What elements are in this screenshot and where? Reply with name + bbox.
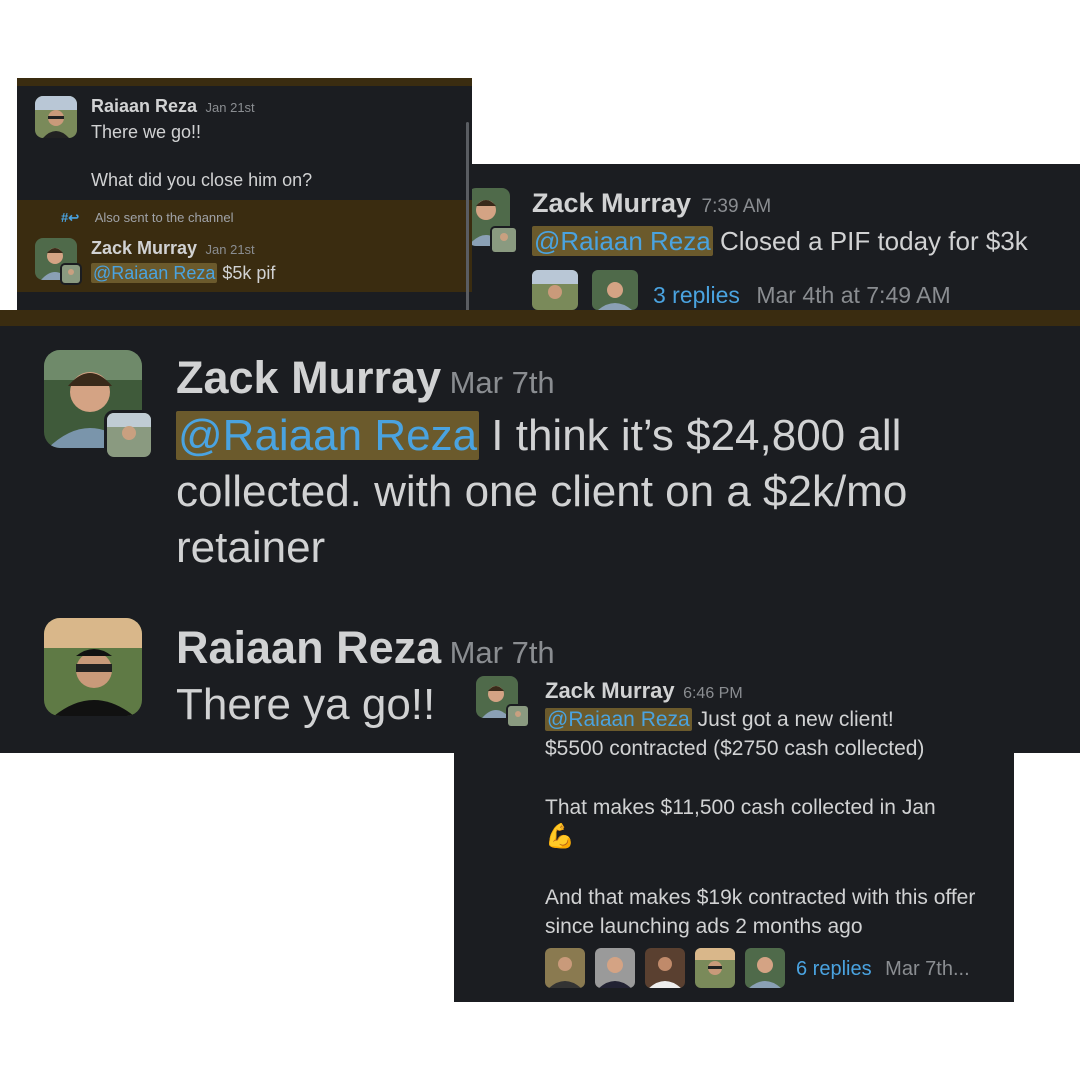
reply-avatar: [532, 270, 578, 310]
reply-avatar: [545, 948, 585, 988]
avatar[interactable]: [44, 618, 142, 716]
author-name[interactable]: Zack Murray: [176, 352, 441, 403]
message-text: $5k pif: [217, 263, 276, 283]
panel-top-bar: [0, 310, 1080, 326]
message-text: Just got a new client!: [691, 708, 894, 731]
reply-avatar: [595, 948, 635, 988]
message-text: What did you close him on?: [91, 170, 313, 190]
reply-avatar: [745, 948, 785, 988]
author-name[interactable]: Raiaan Reza: [91, 96, 197, 116]
timestamp[interactable]: Jan 21st: [206, 242, 255, 257]
timestamp[interactable]: 6:46 PM: [683, 685, 743, 702]
message-text: Closed a PIF today for $3k: [712, 226, 1028, 256]
message-text: And that makes $19k contracted with this…: [545, 886, 976, 938]
channel-message-panel-small: Zack Murray 6:46 PM @Raiaan Reza Just go…: [454, 670, 1014, 1002]
thread-panel: Raiaan Reza Jan 21st There we go!! What …: [17, 78, 472, 310]
reply-avatar: [645, 948, 685, 988]
channel-icon: #↩: [61, 210, 80, 225]
timestamp[interactable]: Mar 7th: [450, 365, 555, 400]
avatar[interactable]: [35, 96, 77, 138]
timestamp[interactable]: 7:39 AM: [702, 196, 772, 217]
avatar-secondary: [60, 263, 82, 285]
scrollbar[interactable]: [466, 122, 469, 310]
reply-avatar: [695, 948, 735, 988]
replies-link[interactable]: 6 replies: [796, 958, 872, 980]
avatar-secondary: [490, 226, 518, 254]
user-mention[interactable]: @Raiaan Reza: [91, 263, 218, 283]
flexed-biceps-emoji: 💪: [545, 823, 575, 850]
also-sent-label: Also sent to the channel: [94, 210, 234, 225]
avatar-secondary: [104, 410, 154, 460]
timestamp[interactable]: Jan 21st: [206, 100, 255, 115]
avatar-secondary: [506, 704, 530, 728]
message-text: There we go!!: [91, 122, 202, 142]
replies-link[interactable]: 3 replies: [653, 282, 740, 308]
panel-top-bar: [17, 78, 472, 86]
user-mention[interactable]: @Raiaan Reza: [176, 411, 480, 460]
author-name[interactable]: Zack Murray: [91, 238, 197, 258]
author-name[interactable]: Zack Murray: [532, 188, 691, 218]
timestamp[interactable]: Mar 7th: [450, 635, 555, 670]
author-name[interactable]: Zack Murray: [545, 678, 675, 703]
user-mention[interactable]: @Raiaan Reza: [532, 226, 713, 256]
channel-message-panel: Zack Murray 7:39 AM @Raiaan Reza Closed …: [472, 164, 1080, 310]
reply-avatar: [592, 270, 638, 310]
message-text: $5500 contracted ($2750 cash collected): [545, 737, 925, 760]
message-text: There ya go!!: [176, 680, 436, 729]
author-name[interactable]: Raiaan Reza: [176, 622, 441, 673]
last-reply-time: Mar 7th...: [885, 958, 970, 980]
user-mention[interactable]: @Raiaan Reza: [545, 708, 692, 731]
last-reply-time: Mar 4th at 7:49 AM: [756, 282, 951, 308]
message-text: That makes $11,500 cash collected in Jan: [545, 796, 936, 819]
